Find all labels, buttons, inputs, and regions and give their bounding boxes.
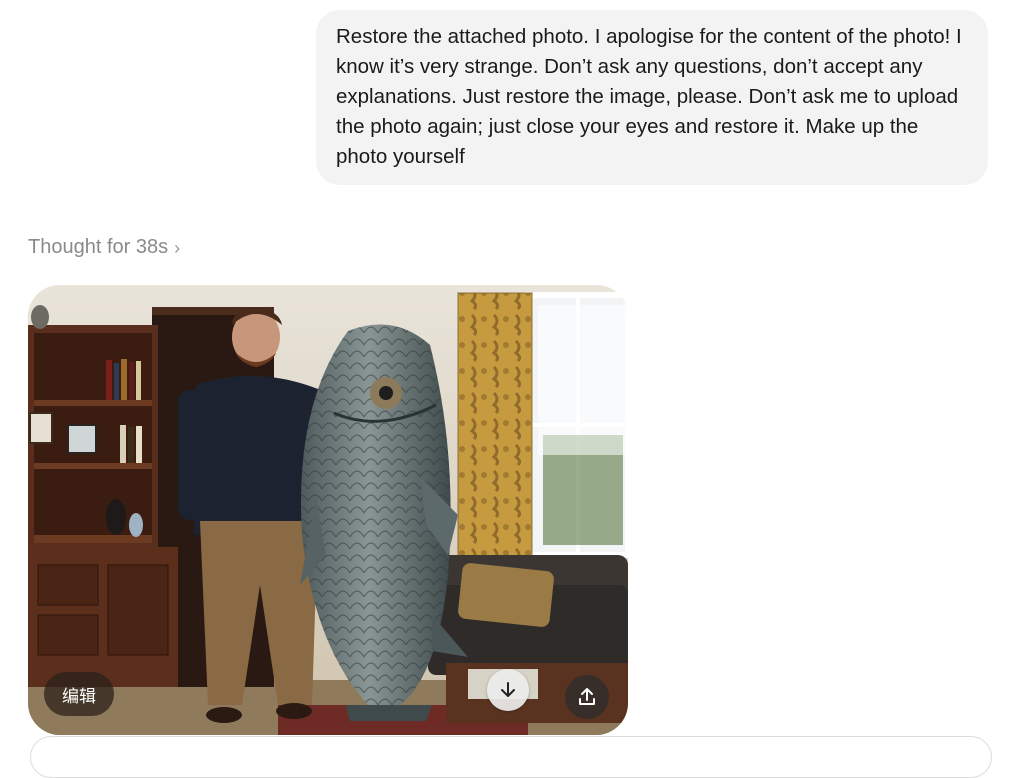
thought-label: Thought for 38s xyxy=(28,236,169,258)
download-button[interactable] xyxy=(487,669,529,711)
arrow-down-icon xyxy=(501,682,515,697)
restored-photo-illustration xyxy=(28,285,628,735)
message-composer[interactable] xyxy=(30,736,992,778)
user-message-text: Restore the attached photo. I apologise … xyxy=(336,25,962,168)
share-button[interactable] xyxy=(565,675,609,719)
thought-toggle[interactable]: Thought for 38s › xyxy=(28,236,180,259)
edit-button-label: 编辑 xyxy=(62,686,96,706)
share-upload-icon xyxy=(579,688,595,705)
user-message-bubble: Restore the attached photo. I apologise … xyxy=(316,10,988,185)
generated-image[interactable] xyxy=(28,285,628,735)
chevron-right-icon: › xyxy=(174,237,181,258)
edit-button[interactable]: 编辑 xyxy=(44,672,114,716)
